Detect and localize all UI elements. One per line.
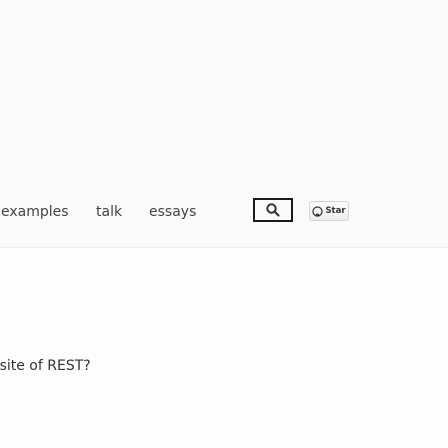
content-text: osite of REST? (0, 358, 91, 374)
nav-link-essays[interactable]: essays (149, 203, 196, 221)
nav-link-talk[interactable]: talk (96, 203, 122, 221)
page: examples talk essays Star osite of REST? (0, 0, 448, 448)
search-button[interactable] (253, 198, 293, 222)
nav-link-examples[interactable]: examples (1, 203, 69, 221)
github-star-button[interactable]: Star (309, 201, 349, 221)
search-icon (266, 203, 280, 217)
star-button-label: Star (325, 206, 346, 216)
navbar: examples talk essays Star (0, 0, 448, 248)
github-octocat-icon (312, 205, 324, 217)
